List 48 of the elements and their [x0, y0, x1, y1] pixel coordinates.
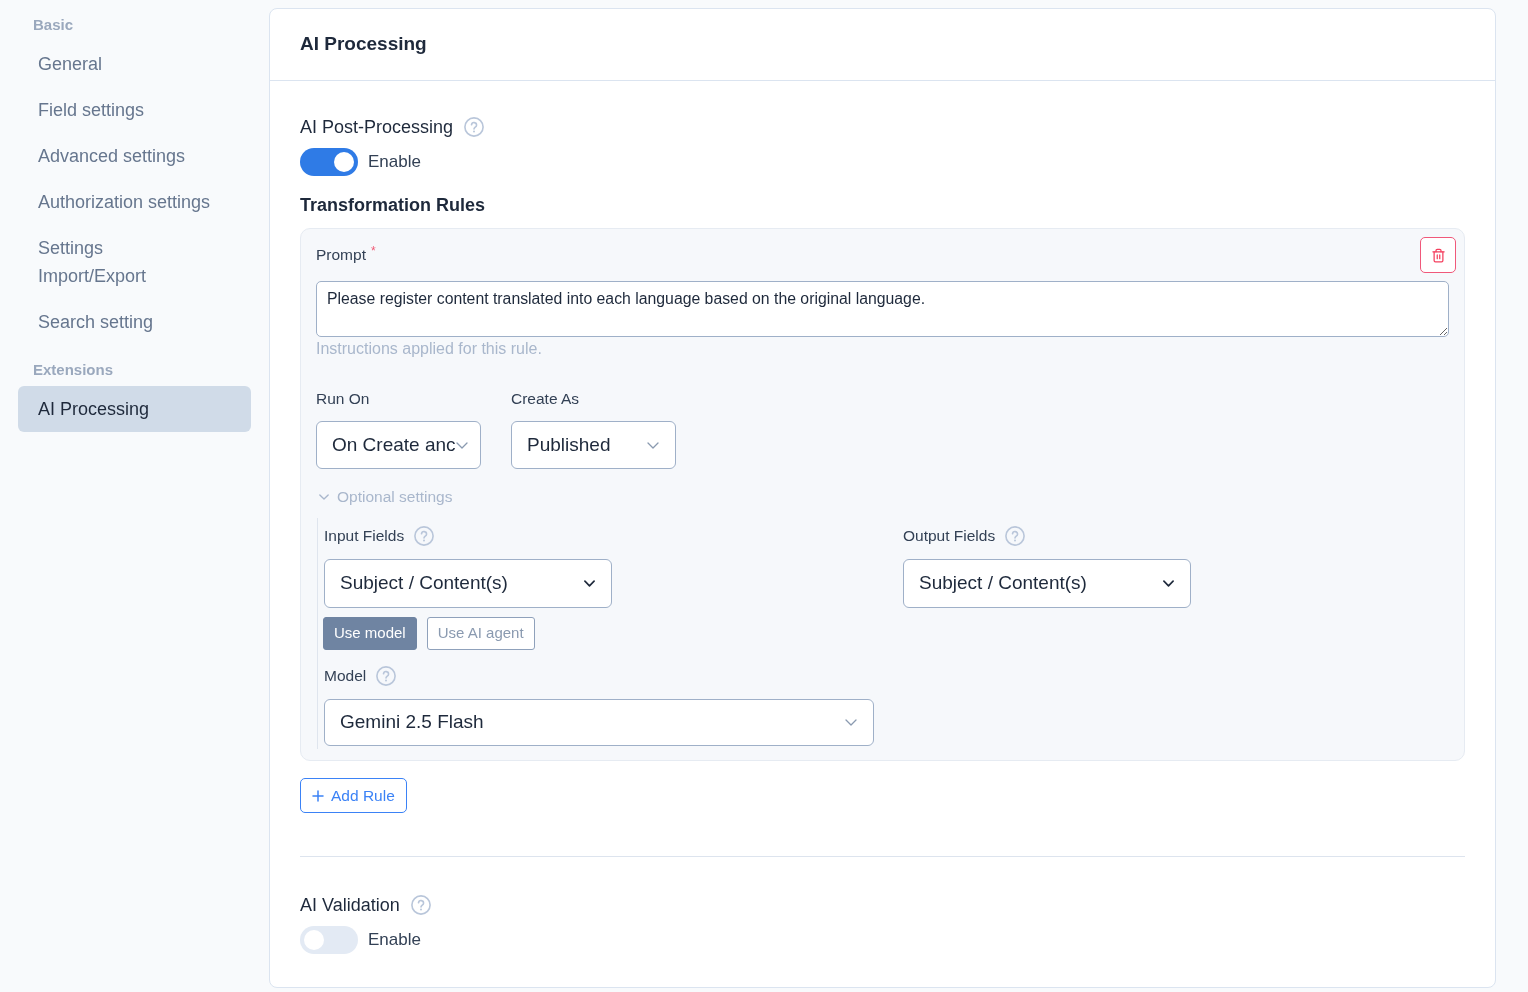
trash-icon [1430, 247, 1446, 263]
toggle-switch[interactable] [300, 148, 358, 176]
mode-button[interactable]: Use AI agent [426, 617, 535, 650]
sidebar-item[interactable]: Field settings [18, 87, 251, 133]
add-rule-button[interactable]: Add Rule [300, 778, 407, 813]
chevron-down-icon [647, 441, 659, 449]
help-icon[interactable] [464, 117, 485, 137]
sidebar-section-title: Basic [32, 15, 75, 35]
model-select[interactable]: Gemini 2.5 Flash [324, 699, 874, 746]
delete-button[interactable] [1420, 237, 1456, 273]
sidebar-item[interactable]: AI Processing [18, 386, 251, 432]
sidebar-item[interactable]: General [18, 41, 251, 87]
toggle-switch[interactable] [300, 926, 358, 954]
input-fields-select[interactable]: Subject / Content(s) [324, 559, 612, 608]
run-on-select[interactable]: On Create anc [316, 421, 481, 469]
sidebar-item[interactable]: Settings Import/Export [18, 225, 251, 299]
sidebar-section-title: Extensions [32, 360, 115, 380]
chevron-down-icon [455, 441, 468, 449]
mode-button[interactable]: Use model [323, 617, 417, 650]
section-label: AI Validation [300, 893, 400, 917]
help-icon[interactable] [376, 666, 397, 686]
output-fields-label: Output Fields [903, 526, 996, 546]
sidebar-item[interactable]: Advanced settings [18, 133, 251, 179]
toggle-label: Enable [368, 151, 421, 174]
help-icon[interactable] [1005, 526, 1026, 546]
chevron-down-icon [845, 719, 857, 726]
run-on-label: Run On [316, 389, 370, 409]
input-fields-label: Input Fields [324, 526, 405, 546]
sidebar-item[interactable]: Authorization settings [18, 179, 251, 225]
required-mark: * [370, 245, 376, 257]
prompt-label: Prompt [316, 245, 366, 265]
hint-text: Instructions applied for this rule. [316, 339, 542, 359]
create-as-label: Create As [511, 389, 580, 409]
plus-icon [312, 789, 324, 802]
output-fields-select[interactable]: Subject / Content(s) [903, 559, 1191, 608]
help-icon[interactable] [410, 895, 431, 915]
prompt-textarea[interactable]: Please register content translated into each language based on the original language. [316, 281, 1449, 337]
panel-title: AI Processing [300, 32, 427, 57]
rules-heading: Transformation Rules [300, 195, 486, 215]
sidebar-item[interactable]: Search setting [18, 299, 251, 345]
model-label: Model [324, 666, 367, 686]
create-as-select[interactable]: Published [511, 421, 676, 469]
toggle-label: Enable [368, 929, 421, 952]
chevron-down-icon [1163, 580, 1174, 587]
section-label: AI Post-Processing [300, 115, 454, 139]
chevron-icon [319, 494, 329, 500]
chevron-down-icon [584, 580, 595, 587]
help-icon[interactable] [414, 526, 435, 546]
